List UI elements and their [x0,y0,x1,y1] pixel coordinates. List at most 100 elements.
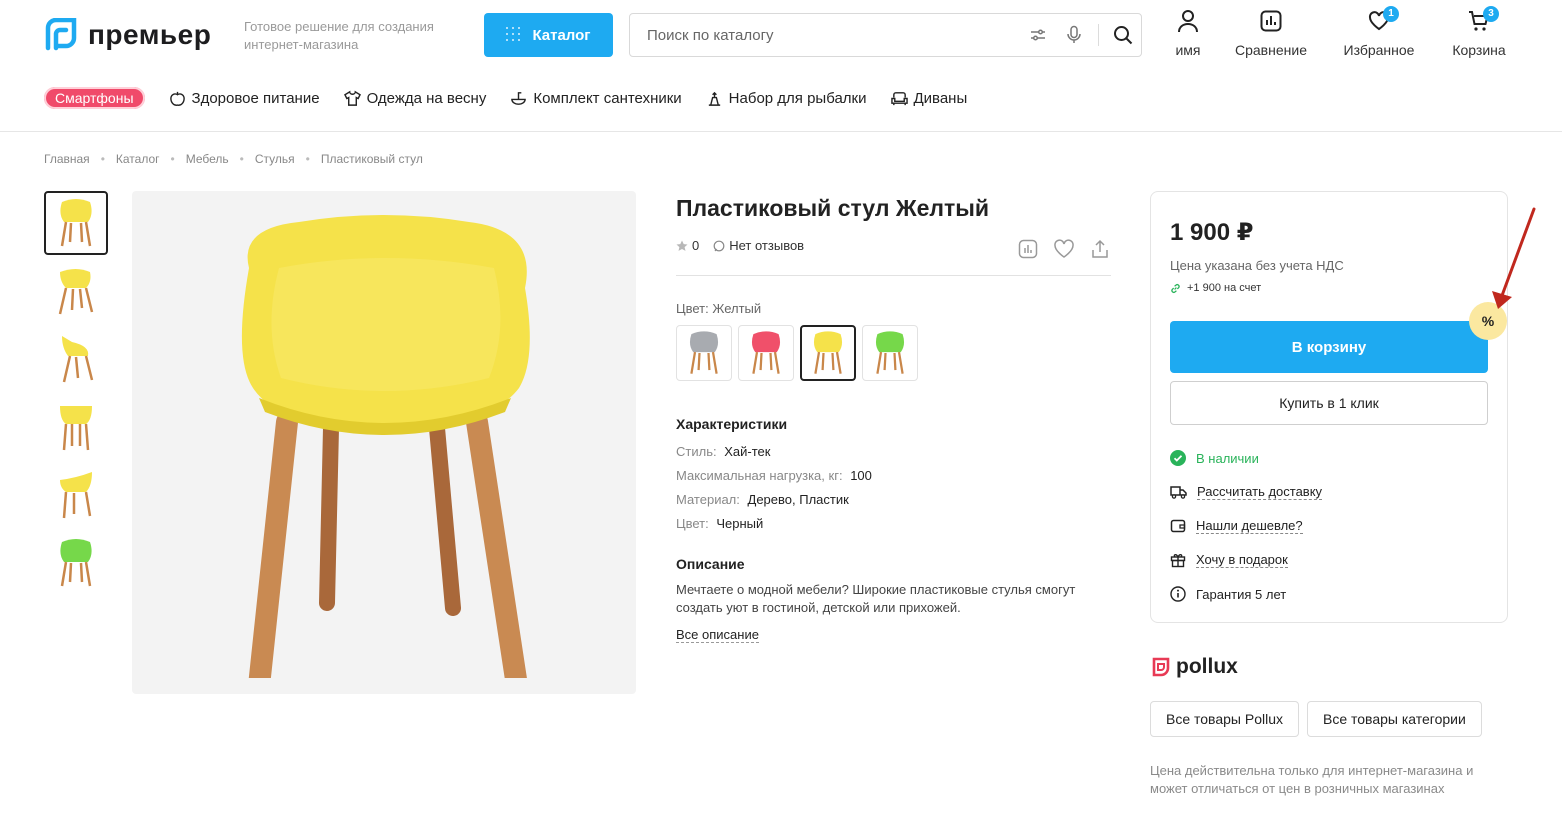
chair-image [58,269,94,315]
account-link[interactable]: имя [1163,8,1213,58]
share-icon[interactable] [1089,238,1111,260]
catalog-button[interactable]: Каталог [484,13,613,57]
delivery-label: Рассчитать доставку [1197,484,1323,500]
color-swatch-red[interactable] [738,325,794,381]
tagline: Готовое решение для создания интернет-ма… [244,19,434,52]
spec-row: Максимальная нагрузка, кг: 100 [676,464,872,488]
spec-key: Цвет: [676,516,709,531]
spec-row: Стиль: Хай-тек [676,440,872,464]
thumbnail[interactable] [44,259,108,323]
chair-image [60,199,92,247]
product-meta: 0 Нет отзывов [676,238,1111,276]
nav-item-spring-clothes[interactable]: Одежда на весну [343,90,486,107]
compare-label: Сравнение [1235,42,1307,58]
reviews-link[interactable]: Нет отзывов [713,238,804,253]
all-brand-products-button[interactable]: Все товары Pollux [1150,701,1299,737]
compare-icon[interactable] [1017,238,1039,260]
product-title: Пластиковый стул Желтый [676,195,990,221]
search-input[interactable] [630,14,1020,56]
delivery-calc-link[interactable]: Рассчитать доставку [1170,484,1323,500]
spec-value: 100 [850,468,872,483]
spec-value: Хай-тек [724,444,771,459]
favorites-link[interactable]: 1 Избранное [1339,6,1419,58]
breadcrumb-item[interactable]: Каталог [116,152,160,166]
brand-name: pollux [1176,655,1238,678]
search-icon[interactable] [1105,14,1141,56]
thumbnail[interactable] [44,463,108,527]
filter-icon[interactable] [1020,14,1056,56]
stock-label: В наличии [1196,450,1259,466]
color-swatch-gray[interactable] [676,325,732,381]
microphone-icon[interactable] [1056,14,1092,56]
gift-link[interactable]: Хочу в подарок [1170,552,1288,568]
breadcrumb-item[interactable]: Мебель [186,152,229,166]
link-icon [1171,283,1180,293]
fishing-icon [708,91,720,106]
info-icon [1170,586,1186,602]
brand-logo-icon [1152,657,1170,677]
tshirt-icon [343,90,361,106]
all-category-products-button[interactable]: Все товары категории [1307,701,1482,737]
spec-key: Стиль: [676,444,717,459]
chair-seat [689,331,719,353]
breadcrumb-item[interactable]: Стулья [255,152,295,166]
rating[interactable]: 0 [676,238,699,253]
thumbnail[interactable] [44,327,108,391]
reviews-label: Нет отзывов [729,238,805,253]
chair-seat [875,331,905,353]
thumbnail-list [44,191,108,599]
found-cheaper-link[interactable]: Нашли дешевле? [1170,518,1303,534]
compare-link[interactable]: Сравнение [1230,8,1312,58]
thumbnail[interactable] [44,395,108,459]
buy-box: 1 900 ₽ Цена указана без учета НДС +1 90… [1150,191,1508,623]
description-heading: Описание [676,556,745,572]
nav-item-sofas[interactable]: Диваны [890,89,968,107]
warranty-label: Гарантия 5 лет [1196,586,1287,602]
favorites-label: Избранное [1343,42,1415,58]
wallet-icon [1170,519,1186,533]
nav-item-plumbing[interactable]: Комплект сантехники [510,89,682,107]
nav-pill-smartphones[interactable]: Смартфоны [44,87,145,109]
chair-image [60,472,92,519]
chair-image [60,406,92,451]
color-swatch-green[interactable] [862,325,918,381]
spec-value: Черный [716,516,764,531]
chair-image [60,539,92,587]
chair-image [689,331,719,374]
check-circle-icon [1170,450,1186,466]
thumbnail[interactable] [44,531,108,595]
heart-icon[interactable] [1053,238,1075,260]
chair-seat [751,331,781,353]
nav-label: Диваны [913,89,968,107]
full-description-link[interactable]: Все описание [676,627,759,643]
nav-item-fishing[interactable]: Набор для рыбалки [706,90,867,107]
cart-badge: 3 [1483,6,1499,22]
breadcrumb-item[interactable]: Главная [44,152,90,166]
logo[interactable]: премьер [44,18,211,52]
cashback: +1 900 на счет [1170,282,1261,294]
buy-one-click-button[interactable]: Купить в 1 клик [1170,381,1488,425]
site-header: премьер Готовое решение для создания инт… [0,0,1562,132]
breadcrumb-separator: • [100,152,105,166]
cashback-text: +1 900 на счет [1187,282,1262,294]
chair-seat [813,331,843,353]
breadcrumb: Главная • Каталог • Мебель • Стулья • Пласти… [44,152,423,166]
add-to-cart-button[interactable]: В корзину [1170,321,1488,373]
product-actions [1017,238,1111,260]
price: 1 900 ₽ [1170,219,1254,246]
nav-item-healthy-food[interactable]: Здоровое питание [169,90,320,107]
main-product-image[interactable] [132,191,636,694]
spec-key: Материал: [676,492,740,507]
specs-list: Стиль: Хай-тек Максимальная нагрузка, кг… [676,440,872,536]
spec-key: Максимальная нагрузка, кг: [676,468,843,483]
cart-link[interactable]: 3 Корзина [1446,6,1512,58]
breadcrumb-separator: • [170,152,175,166]
nav-label: Комплект сантехники [533,89,682,107]
color-swatches [676,325,918,381]
brand-block[interactable]: pollux [1152,655,1238,679]
star-icon [676,240,688,251]
breadcrumb-separator: • [239,152,244,166]
breadcrumb-separator: • [305,152,310,166]
thumbnail[interactable] [44,191,108,255]
color-swatch-yellow[interactable] [800,325,856,381]
